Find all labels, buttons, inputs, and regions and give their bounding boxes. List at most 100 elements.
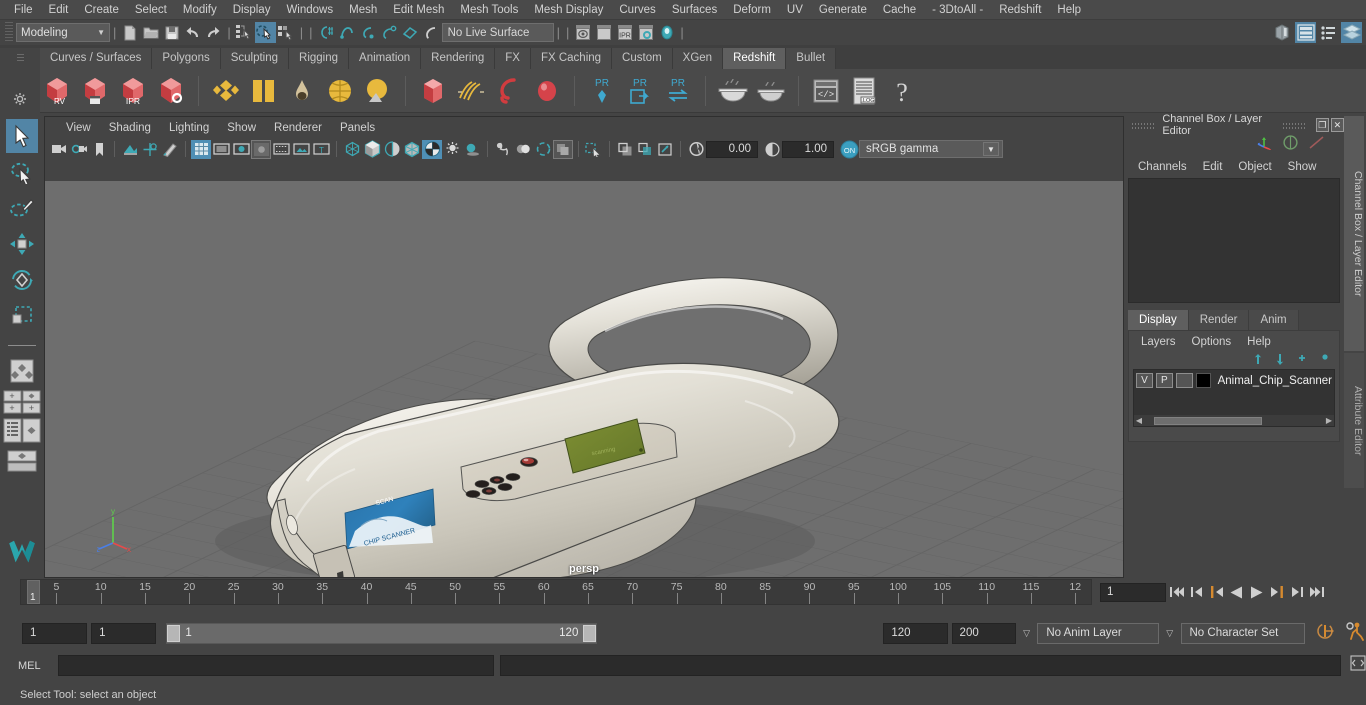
channel-box-circle-icon[interactable] xyxy=(1283,135,1298,155)
grid-icon[interactable] xyxy=(191,139,211,159)
shelf-tab-animation[interactable]: Animation xyxy=(349,48,422,69)
shelf-tab-xgen[interactable]: XGen xyxy=(672,48,724,69)
range-end-field[interactable]: 120 xyxy=(883,622,948,644)
show-hide-modeling-toolkit-icon[interactable] xyxy=(1272,22,1293,43)
menu-uv[interactable]: UV xyxy=(779,0,811,20)
redshift-hair-icon[interactable] xyxy=(454,74,488,108)
quick-layout-four-button[interactable]: + + + xyxy=(3,390,41,414)
layer-list-horizontal-scrollbar[interactable]: ◀ ▶ xyxy=(1134,415,1334,426)
show-hide-tool-settings-icon[interactable] xyxy=(1318,22,1339,43)
menu-windows[interactable]: Windows xyxy=(278,0,341,20)
scroll-right-icon[interactable]: ▶ xyxy=(1324,416,1334,425)
bake-set-icon[interactable] xyxy=(716,74,750,108)
shelf-tab-sculpting[interactable]: Sculpting xyxy=(220,48,290,69)
render-view-icon[interactable] xyxy=(572,22,593,43)
color-management-toggle-icon[interactable]: ON xyxy=(839,140,859,159)
menu-file[interactable]: File xyxy=(6,0,41,20)
redshift-proxy-icon[interactable] xyxy=(247,74,281,108)
viewport-3d-view[interactable]: scanning SCAN CHIP SCANNER y x z persp xyxy=(45,181,1123,577)
vtab-attribute-editor[interactable]: Attribute Editor xyxy=(1344,353,1364,488)
menu-display[interactable]: Display xyxy=(225,0,279,20)
quick-layout-outliner-button[interactable] xyxy=(3,418,41,444)
layer-visibility-toggle[interactable]: V xyxy=(1136,373,1153,388)
shadows-icon[interactable] xyxy=(462,140,482,159)
menu-edit[interactable]: Edit xyxy=(41,0,77,20)
pr-swap-icon[interactable]: PR xyxy=(661,74,695,108)
film-origin-icon[interactable] xyxy=(271,140,291,159)
range-end-handle[interactable] xyxy=(583,624,597,642)
step-back-frame-icon[interactable] xyxy=(1207,582,1226,602)
menu-edit-mesh[interactable]: Edit Mesh xyxy=(385,0,452,20)
current-time-indicator[interactable]: 1 xyxy=(27,580,40,604)
snap-to-point-icon[interactable] xyxy=(358,22,379,43)
animation-end-field[interactable]: 200 xyxy=(951,622,1016,644)
menu-create[interactable]: Create xyxy=(76,0,127,20)
close-icon[interactable]: ✕ xyxy=(1330,118,1344,132)
rotate-tool-button[interactable] xyxy=(6,263,38,297)
resolution-gate-icon[interactable] xyxy=(231,140,251,159)
shelf-tab-bullet[interactable]: Bullet xyxy=(786,48,837,69)
xray-active-components-icon[interactable] xyxy=(655,140,675,159)
redshift-render-view-icon[interactable]: RV xyxy=(40,74,74,108)
range-bar[interactable]: 1 120 xyxy=(166,622,598,644)
current-frame-field[interactable]: 1 xyxy=(1100,582,1166,602)
gate-mask-icon[interactable] xyxy=(251,139,271,159)
multisample-icon[interactable] xyxy=(533,140,553,159)
exposure-field[interactable]: 0.00 xyxy=(706,140,758,158)
layer-shading-toggle[interactable] xyxy=(1175,373,1193,388)
xray-joints-icon[interactable] xyxy=(635,140,655,159)
scroll-left-icon[interactable]: ◀ xyxy=(1134,416,1144,425)
animation-start-field[interactable]: 1 xyxy=(22,622,88,644)
shelf-tab-rendering[interactable]: Rendering xyxy=(421,48,496,69)
snap-to-grid-icon[interactable] xyxy=(316,22,337,43)
channel-menu-channels[interactable]: Channels xyxy=(1130,160,1195,174)
menu-surfaces[interactable]: Surfaces xyxy=(664,0,725,20)
play-backwards-icon[interactable] xyxy=(1227,582,1246,602)
viewport-menu-lighting[interactable]: Lighting xyxy=(160,121,218,135)
lock-camera-icon[interactable] xyxy=(69,140,89,159)
motion-blur-icon[interactable] xyxy=(513,140,533,159)
save-scene-icon[interactable] xyxy=(161,22,182,43)
redshift-material-icon[interactable] xyxy=(209,74,243,108)
quick-layout-hypergraph-button[interactable] xyxy=(4,450,40,472)
channel-box-axis-icon[interactable] xyxy=(1256,135,1273,155)
menu-cache[interactable]: Cache xyxy=(875,0,924,20)
textured-icon[interactable] xyxy=(422,139,442,159)
wireframe-on-shaded-icon[interactable] xyxy=(402,140,422,159)
step-back-keyframe-icon[interactable] xyxy=(1187,582,1206,602)
redshift-volume-icon[interactable] xyxy=(416,74,450,108)
menu-redshift[interactable]: Redshift xyxy=(991,0,1049,20)
scale-tool-button[interactable] xyxy=(6,299,38,333)
menu-select[interactable]: Select xyxy=(127,0,175,20)
snap-to-curve-icon[interactable] xyxy=(337,22,358,43)
script-editor-icon[interactable] xyxy=(1350,655,1366,676)
status-line-grip[interactable] xyxy=(5,22,13,43)
menu-help[interactable]: Help xyxy=(1049,0,1089,20)
shelf-grip[interactable] xyxy=(16,54,24,62)
layer-name[interactable]: Animal_Chip_Scanner xyxy=(1218,375,1332,387)
toggle-icon[interactable] xyxy=(656,22,677,43)
menu-modify[interactable]: Modify xyxy=(175,0,225,20)
viewport-menu-shading[interactable]: Shading xyxy=(100,121,160,135)
go-to-end-icon[interactable] xyxy=(1307,582,1326,602)
layer-tab-anim[interactable]: Anim xyxy=(1249,310,1299,330)
gamma-field[interactable]: 1.00 xyxy=(782,140,834,158)
snap-to-projected-center-icon[interactable] xyxy=(379,22,400,43)
viewport-menu-panels[interactable]: Panels xyxy=(331,121,384,135)
layer-color-swatch[interactable] xyxy=(1195,373,1211,388)
exposure-icon[interactable] xyxy=(686,140,706,159)
safe-title-icon[interactable]: T xyxy=(311,140,331,159)
redshift-dome-light-icon[interactable] xyxy=(323,74,357,108)
render-sequence-icon[interactable] xyxy=(593,22,614,43)
live-surface-field[interactable]: No Live Surface xyxy=(441,23,554,42)
redshift-curve-icon[interactable] xyxy=(492,74,526,108)
anim-layer-caret-icon[interactable]: ▽ xyxy=(1020,628,1034,639)
create-layer-from-selected-icon[interactable] xyxy=(1314,353,1329,366)
open-scene-icon[interactable] xyxy=(140,22,161,43)
film-gate-icon[interactable] xyxy=(211,140,231,159)
show-hide-channel-box-icon[interactable] xyxy=(1341,22,1362,43)
layer-tab-render[interactable]: Render xyxy=(1188,310,1250,330)
ipr-render-icon[interactable]: IPR xyxy=(614,22,635,43)
menu-mesh-tools[interactable]: Mesh Tools xyxy=(452,0,526,20)
quick-layout-single-button[interactable] xyxy=(6,354,38,388)
